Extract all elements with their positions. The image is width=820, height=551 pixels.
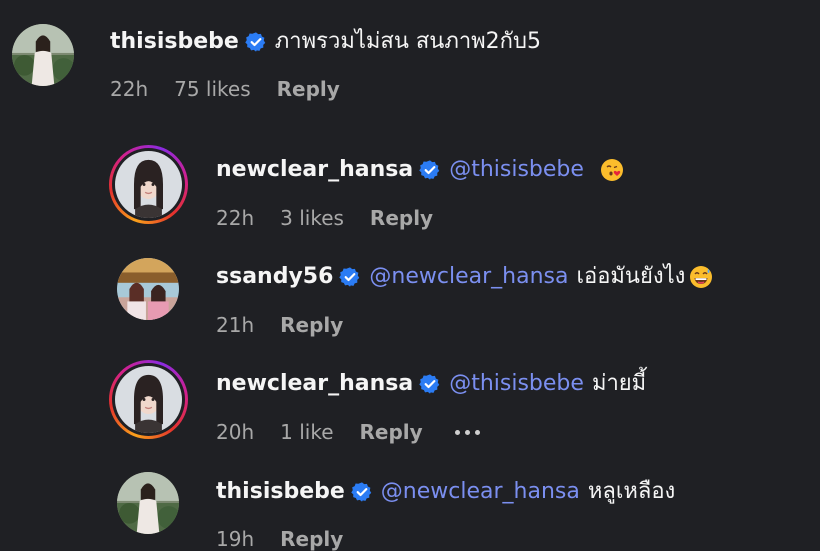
comment-meta: 22h 3 likes Reply — [216, 204, 459, 232]
likes-count[interactable]: 75 likes — [174, 75, 251, 103]
mention-link[interactable]: @thisisbebe — [449, 155, 584, 185]
mention-link[interactable]: @thisisbebe — [449, 369, 584, 399]
comment-time: 22h — [216, 206, 255, 230]
username[interactable]: newclear_hansa — [216, 155, 413, 185]
verified-badge-icon — [419, 159, 441, 181]
comment-time: 22h — [110, 77, 149, 101]
mention-link[interactable]: @newclear_hansa — [369, 262, 568, 292]
comment-meta: 21h Reply — [216, 311, 369, 339]
story-ring-avatar[interactable] — [109, 145, 188, 224]
verified-badge-icon — [351, 481, 373, 503]
comment-meta: 20h 1 like Reply — [216, 418, 506, 446]
username[interactable]: thisisbebe — [110, 27, 239, 57]
likes-count[interactable]: 3 likes — [280, 204, 344, 232]
comment-meta: 22h 75 likes Reply — [110, 75, 366, 103]
comment-time: 20h — [216, 420, 255, 444]
face-blowing-kiss-emoji-icon — [600, 158, 624, 182]
comment-time: 19h — [216, 527, 255, 551]
reply-button[interactable]: Reply — [280, 311, 343, 339]
mention-link[interactable]: @newclear_hansa — [381, 477, 580, 507]
reply-button[interactable]: Reply — [370, 204, 433, 232]
verified-badge-icon — [245, 31, 267, 53]
comment-text: ม่ายมี้ — [591, 371, 647, 396]
comment-text: ภาพรวมไม่สน สนภาพ2กับ5 — [274, 29, 541, 54]
comment-line: thisisbebe @newclear_hansa หลูเหลือง — [216, 477, 675, 507]
comment-line: thisisbebe ภาพรวมไม่สน สนภาพ2กับ5 — [110, 27, 541, 57]
user-avatar[interactable] — [117, 258, 179, 320]
comment-meta: 19h Reply — [216, 525, 369, 551]
comment-time: 21h — [216, 313, 255, 337]
reply-button[interactable]: Reply — [360, 418, 423, 446]
story-ring-avatar[interactable] — [109, 360, 188, 439]
comment-text: หลูเหลือง — [587, 479, 676, 504]
verified-badge-icon — [419, 373, 441, 395]
likes-count[interactable]: 1 like — [280, 418, 333, 446]
comment-text: เอ่อมันยังไง — [576, 264, 686, 289]
more-options-icon[interactable] — [454, 429, 480, 435]
username[interactable]: newclear_hansa — [216, 369, 413, 399]
user-avatar[interactable] — [117, 472, 179, 534]
reply-button[interactable]: Reply — [280, 525, 343, 551]
comment-line: newclear_hansa @thisisbebe — [216, 155, 624, 185]
grinning-sweat-emoji-icon — [689, 265, 713, 289]
user-avatar[interactable] — [12, 24, 74, 86]
reply-button[interactable]: Reply — [277, 75, 340, 103]
comment-line: ssandy56 @newclear_hansa เอ่อมันยังไง — [216, 262, 713, 292]
verified-badge-icon — [339, 266, 361, 288]
comment-line: newclear_hansa @thisisbebe ม่ายมี้ — [216, 369, 646, 399]
username[interactable]: thisisbebe — [216, 477, 345, 507]
comments-thread: thisisbebe ภาพรวมไม่สน สนภาพ2กับ5 22h 75… — [0, 0, 820, 551]
username[interactable]: ssandy56 — [216, 262, 333, 292]
